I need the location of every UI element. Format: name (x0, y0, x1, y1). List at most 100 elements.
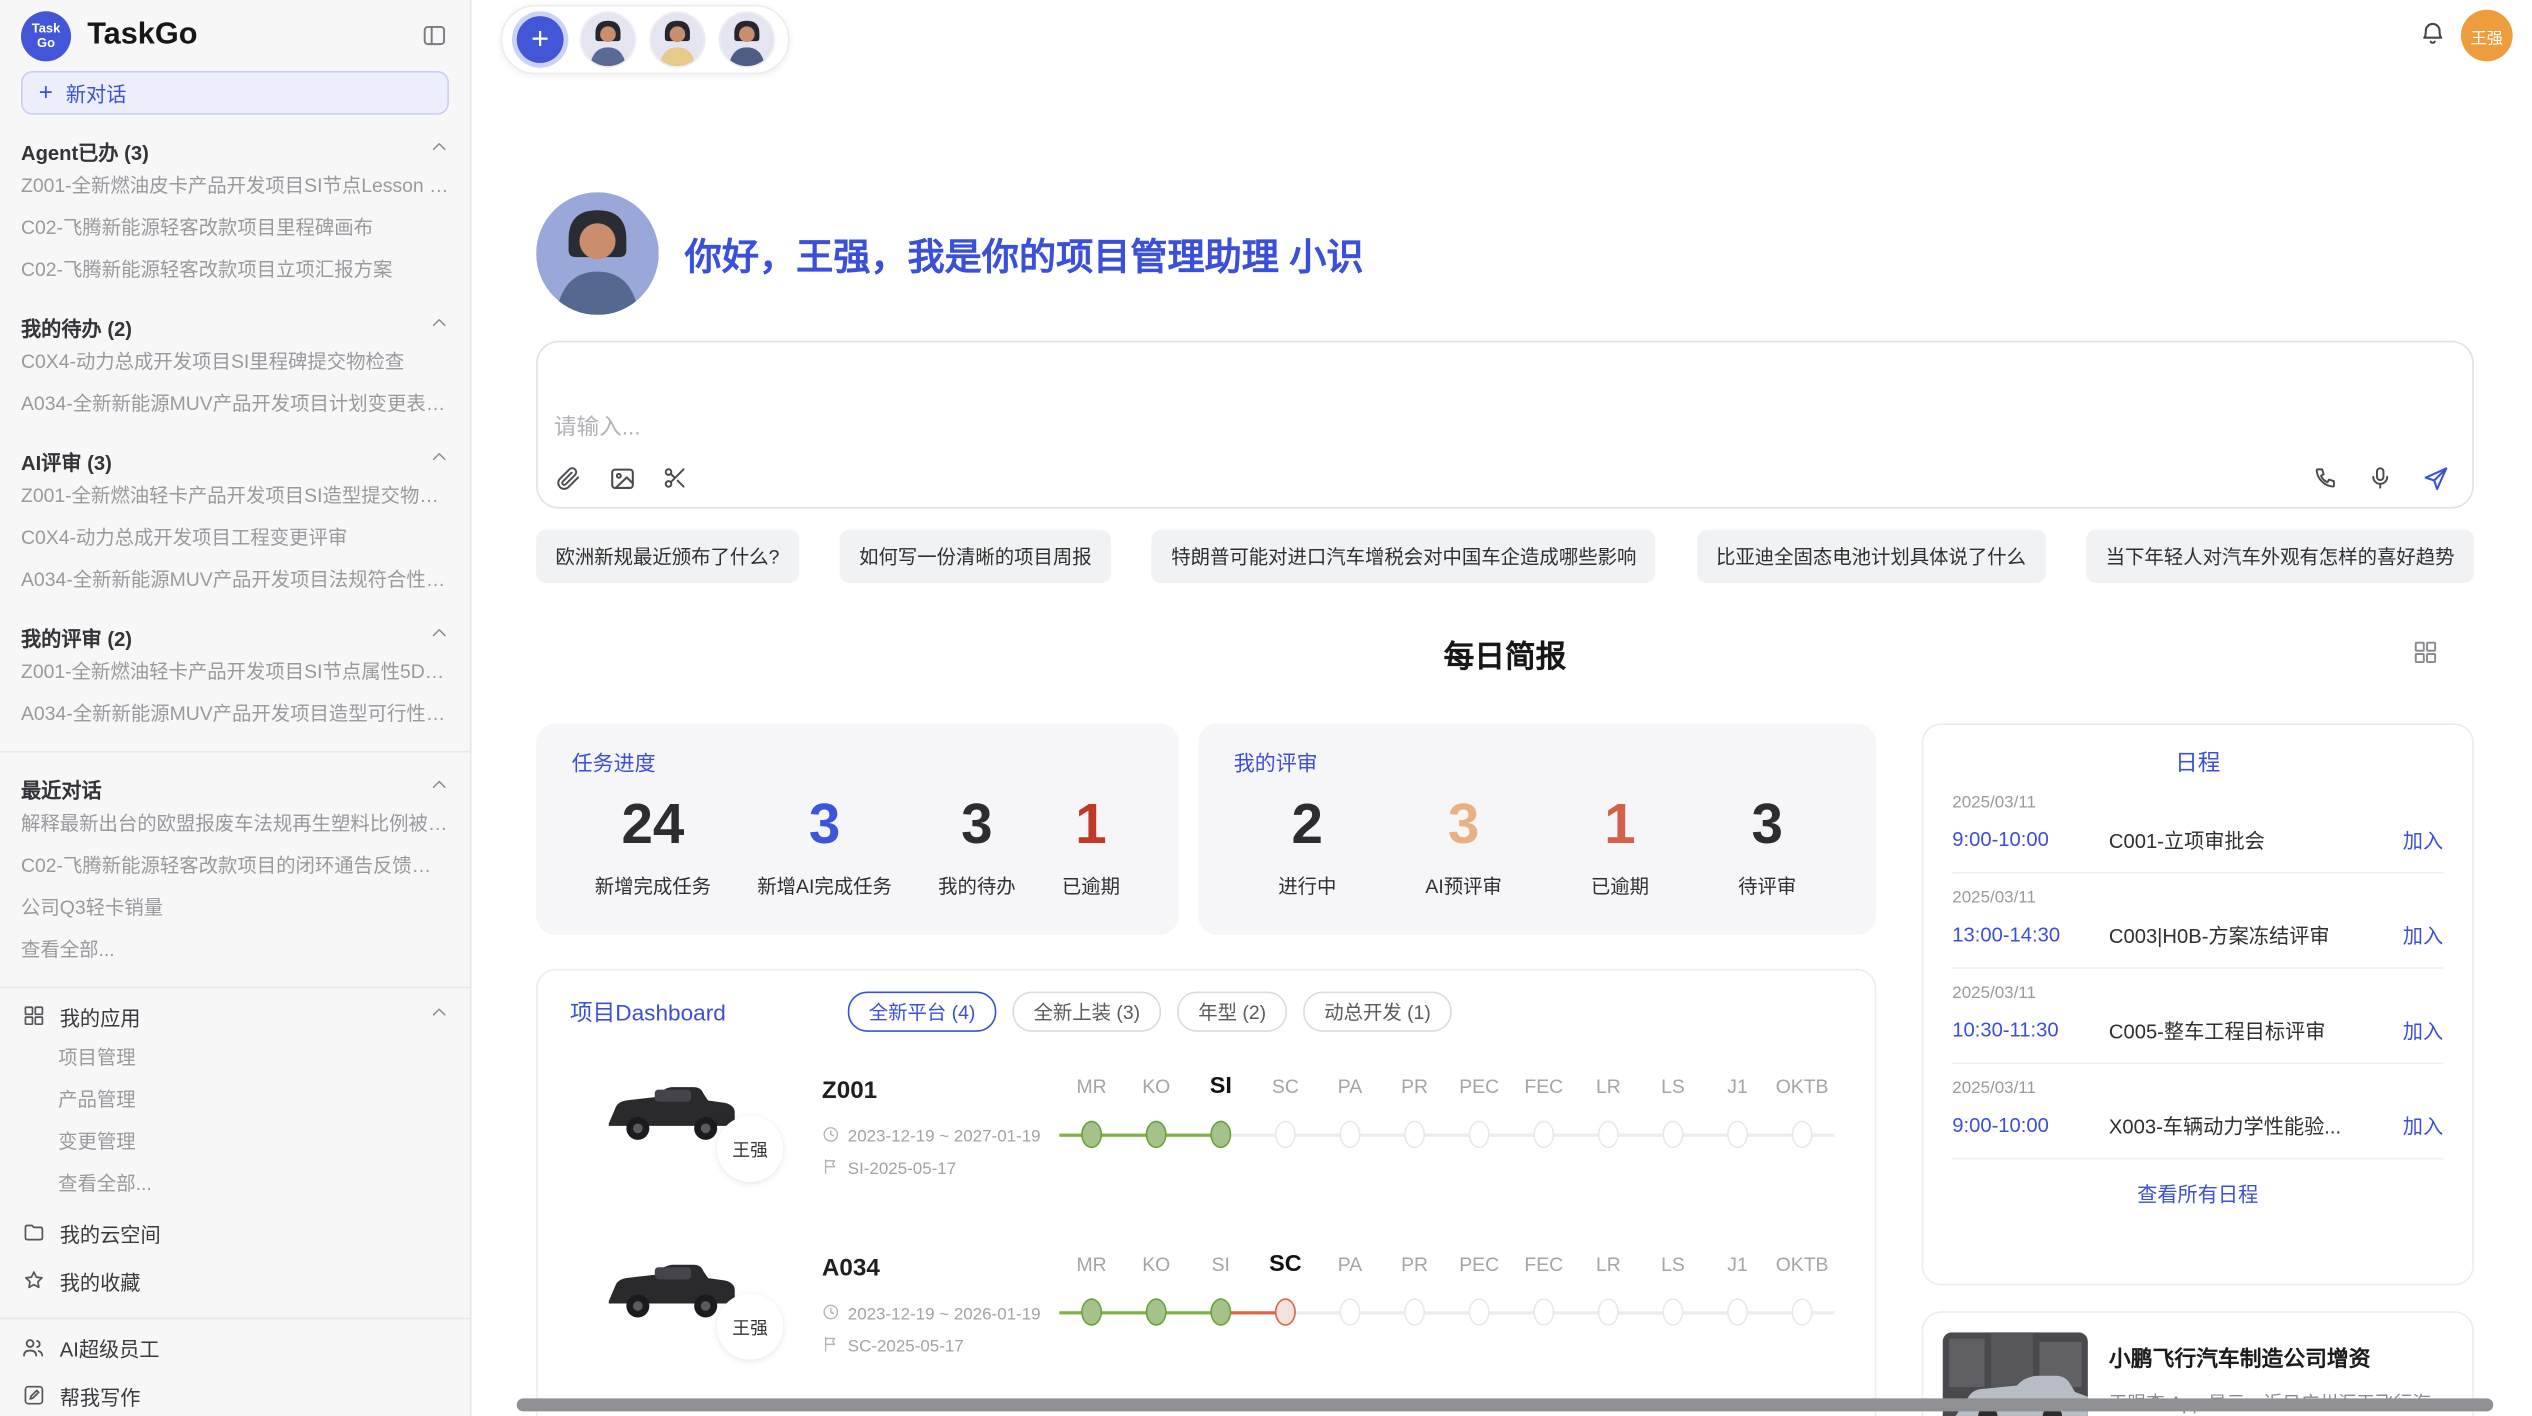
sidebar-tool-item[interactable]: 帮我写作 (21, 1374, 449, 1416)
sidebar-item[interactable]: Z001-全新燃油轻卡产品开发项目SI造型提交物评审 (21, 475, 449, 517)
milestone-dot[interactable] (1662, 1298, 1683, 1325)
sidebar-item[interactable]: C0X4-动力总成开发项目工程变更评审 (21, 517, 449, 559)
project-flag-text: SC-2025-05-17 (848, 1337, 964, 1356)
app-sub-item[interactable]: 项目管理 (21, 1037, 449, 1079)
milestone-dot[interactable] (1792, 1298, 1813, 1325)
sidebar-tool-item[interactable]: AI超级员工 (21, 1326, 449, 1368)
chevron-up-icon[interactable] (430, 622, 449, 651)
milestone-dot[interactable] (1404, 1121, 1425, 1148)
sidebar: Task Go TaskGo + 新对话 Agent已办 (3)Z001-全新燃… (0, 0, 472, 1416)
milestone-dot[interactable] (1469, 1298, 1490, 1325)
briefing-layout-icon[interactable] (2413, 639, 2439, 673)
quick-avatar[interactable] (720, 13, 773, 66)
event-join-link[interactable]: 加入 (2403, 824, 2443, 855)
chevron-up-icon[interactable] (430, 446, 449, 475)
milestone-dot[interactable] (1210, 1121, 1231, 1148)
milestone-dot[interactable] (1146, 1298, 1167, 1325)
recent-chat-item[interactable]: 公司Q3轻卡销量 (21, 887, 449, 929)
add-contact-button[interactable]: + (517, 16, 564, 63)
app-sub-item[interactable]: 变更管理 (21, 1121, 449, 1163)
chevron-up-icon[interactable] (430, 136, 449, 165)
suggestion-chip[interactable]: 比亚迪全固态电池计划具体说了什么 (1697, 530, 2046, 583)
notification-bell-icon[interactable] (2419, 19, 2446, 55)
milestone-dot[interactable] (1404, 1298, 1425, 1325)
milestone-label: LR (1576, 1067, 1641, 1106)
suggestion-chip[interactable]: 欧洲新规最近颁布了什么? (536, 530, 799, 583)
recent-chat-item[interactable]: C02-飞腾新能源轻客改款项目的闭环通告反馈情况 (21, 845, 449, 887)
milestone-dot[interactable] (1533, 1298, 1554, 1325)
folder-icon (21, 1220, 45, 1244)
sidebar-toggle-icon[interactable] (420, 21, 449, 50)
plus-icon: + (39, 81, 53, 105)
sidebar-item-star[interactable]: 我的收藏 (21, 1260, 449, 1302)
milestone-dot[interactable] (1210, 1298, 1231, 1325)
milestone-dot[interactable] (1598, 1298, 1619, 1325)
image-icon[interactable] (607, 463, 636, 492)
horizontal-scrollbar[interactable] (517, 1398, 2494, 1411)
sidebar-item[interactable]: A034-全新新能源MUV产品开发项目法规符合性评审 (21, 559, 449, 601)
sidebar-section-header: 最近对话 (21, 773, 449, 802)
chevron-up-icon[interactable] (430, 312, 449, 341)
stat-card-title: 我的评审 (1234, 746, 1841, 777)
chat-input-box[interactable]: 请输入... (536, 341, 2474, 509)
milestone-label: PR (1382, 1245, 1447, 1284)
stat-item: 1已逾期 (1591, 793, 1649, 900)
milestone-dot[interactable] (1662, 1121, 1683, 1148)
milestone-dot[interactable] (1792, 1121, 1813, 1148)
send-icon[interactable] (2421, 463, 2450, 492)
milestone-dot-row (1188, 1106, 1253, 1167)
hero: 你好，王强，我是你的项目管理助理 小识 (536, 192, 1363, 315)
sidebar-item-folder[interactable]: 我的云空间 (21, 1211, 449, 1253)
chevron-up-icon[interactable] (430, 1001, 449, 1030)
milestone: SC (1253, 1245, 1318, 1387)
phone-icon[interactable] (2311, 463, 2340, 492)
chevron-up-icon[interactable] (430, 773, 449, 802)
view-all-chats-link[interactable]: 查看全部... (21, 929, 449, 971)
mic-icon[interactable] (2366, 463, 2395, 492)
new-chat-button[interactable]: + 新对话 (21, 71, 449, 115)
milestone-dot[interactable] (1727, 1121, 1748, 1148)
milestone-label: LR (1576, 1245, 1641, 1284)
app-sub-item[interactable]: 产品管理 (21, 1079, 449, 1121)
milestone: LR (1576, 1067, 1641, 1209)
event-join-link[interactable]: 加入 (2403, 919, 2443, 950)
milestone-dot[interactable] (1339, 1121, 1360, 1148)
milestone-dot[interactable] (1146, 1121, 1167, 1148)
suggestion-chip[interactable]: 如何写一份清晰的项目周报 (840, 530, 1111, 583)
sidebar-item[interactable]: Z001-全新燃油轻卡产品开发项目SI节点属性5D文件评审 (21, 651, 449, 693)
sidebar-item[interactable]: C02-飞腾新能源轻客改款项目立项汇报方案 (21, 249, 449, 291)
sidebar-item[interactable]: Z001-全新燃油皮卡产品开发项目SI节点Lesson Learn报告 (21, 165, 449, 207)
dashboard-filter-chip[interactable]: 动总开发 (1) (1303, 991, 1452, 1031)
milestone-dot[interactable] (1081, 1298, 1102, 1325)
quick-avatar[interactable] (581, 13, 634, 66)
paperclip-icon[interactable] (554, 463, 583, 492)
suggestion-chip[interactable]: 特朗普可能对进口汽车增税会对中国车企造成哪些影响 (1152, 530, 1656, 583)
scissors-icon[interactable] (660, 463, 689, 492)
milestone-dot[interactable] (1339, 1298, 1360, 1325)
dashboard-filter-chip[interactable]: 全新平台 (4) (848, 991, 997, 1031)
sidebar-item[interactable]: A034-全新新能源MUV产品开发项目造型可行性评审 (21, 693, 449, 735)
sidebar-item[interactable]: A034-全新新能源MUV产品开发项目计划变更表编写 (21, 383, 449, 425)
milestone-dot[interactable] (1275, 1298, 1296, 1325)
sidebar-item[interactable]: C02-飞腾新能源轻客改款项目里程碑画布 (21, 207, 449, 249)
milestone-dot[interactable] (1727, 1298, 1748, 1325)
milestone-dot[interactable] (1275, 1121, 1296, 1148)
milestone-dot[interactable] (1598, 1121, 1619, 1148)
recent-chat-item[interactable]: 解释最新出台的欧盟报废车法规再生塑料比例被调至15%... (21, 803, 449, 845)
suggestion-chip[interactable]: 当下年轻人对汽车外观有怎样的喜好趋势 (2086, 530, 2474, 583)
view-all-schedule-link[interactable]: 查看所有日程 (1952, 1159, 2443, 1225)
user-avatar[interactable]: 王强 (2461, 10, 2513, 62)
dashboard-filter-chip[interactable]: 全新上装 (3) (1013, 991, 1162, 1031)
quick-avatar[interactable] (651, 13, 704, 66)
event-join-link[interactable]: 加入 (2403, 1014, 2443, 1045)
dashboard-filter-chip[interactable]: 年型 (2) (1177, 991, 1287, 1031)
event-join-link[interactable]: 加入 (2403, 1109, 2443, 1140)
milestone-dot[interactable] (1469, 1121, 1490, 1148)
milestone-dot-row (1318, 1284, 1383, 1345)
sidebar-item-my-apps[interactable]: 我的应用 (21, 995, 449, 1037)
app-sub-item[interactable]: 查看全部... (21, 1163, 449, 1205)
sidebar-item[interactable]: C0X4-动力总成开发项目SI里程碑提交物检查 (21, 341, 449, 383)
milestone-dot[interactable] (1533, 1121, 1554, 1148)
milestone-dot[interactable] (1081, 1121, 1102, 1148)
dashboard-header: 项目Dashboard 全新平台 (4)全新上装 (3)年型 (2)动总开发 (… (570, 991, 1842, 1031)
